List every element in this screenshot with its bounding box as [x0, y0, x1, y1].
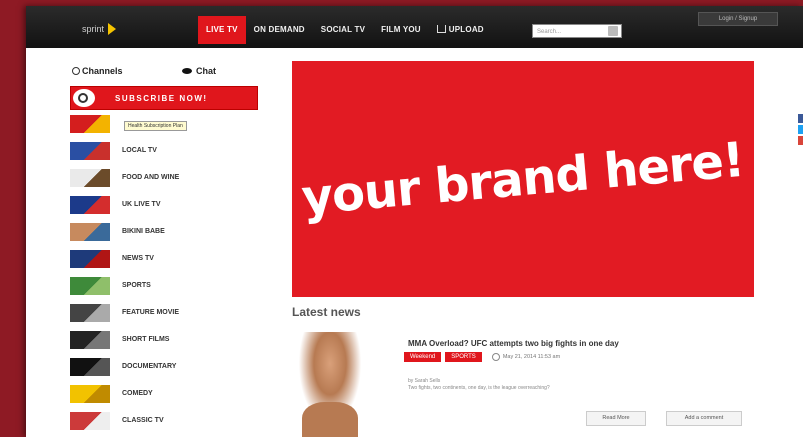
tab-chat-label: Chat: [196, 66, 216, 76]
channel-item[interactable]: LOCAL TV: [70, 137, 258, 164]
channel-item[interactable]: UK LIVE TV: [70, 191, 258, 218]
login-button[interactable]: Login / Signup: [698, 12, 778, 26]
channel-label: FOOD AND WINE: [122, 174, 180, 181]
channel-label: NEWS TV: [122, 255, 154, 262]
news-date: May 21, 2014 11:53 am: [491, 353, 561, 361]
sprint-logo[interactable]: sprint: [82, 22, 117, 36]
news-excerpt: Two fights, two continents, one day, is …: [408, 385, 550, 391]
channel-label: UK LIVE TV: [122, 201, 161, 208]
channel-thumbnail: [70, 384, 110, 403]
channel-sidebar: Channels Chat SUBSCRIBE NOW! Health Subs…: [70, 62, 258, 434]
news-tags: Weekend SPORTS May 21, 2014 11:53 am: [404, 352, 560, 362]
subscribe-logo-icon: [73, 89, 95, 107]
nav-upload-label: UPLOAD: [448, 25, 484, 34]
banner-text: your brand here!: [299, 131, 747, 227]
tab-chat[interactable]: Chat: [148, 66, 216, 76]
news-photo[interactable]: [292, 332, 368, 437]
channel-item[interactable]: SHORT FILMS: [70, 326, 258, 353]
nav-film-you[interactable]: FILM YOU: [373, 16, 429, 44]
channel-label: SHORT FILMS: [122, 336, 170, 343]
channel-thumbnail: [70, 357, 110, 376]
read-more-button[interactable]: Read More: [586, 411, 646, 426]
chat-bubble-icon: [182, 68, 192, 74]
channel-item[interactable]: DOCUMENTARY: [70, 353, 258, 380]
tab-channels[interactable]: Channels: [70, 66, 148, 76]
channel-item[interactable]: NEWS TV: [70, 245, 258, 272]
channel-item[interactable]: FEATURE MOVIE: [70, 299, 258, 326]
tab-channels-label: Channels: [82, 66, 123, 76]
channel-thumbnail: [70, 330, 110, 349]
channel-item[interactable]: FOOD AND WINE: [70, 164, 258, 191]
channel-item[interactable]: CLASSIC TV: [70, 407, 258, 434]
news-date-text: May 21, 2014 11:53 am: [502, 354, 561, 360]
channel-label: COMEDY: [122, 390, 153, 397]
channel-thumbnail: [70, 114, 110, 133]
channel-label: DOCUMENTARY: [122, 363, 177, 370]
news-title[interactable]: MMA Overload? UFC attempts two big fight…: [408, 339, 619, 348]
top-nav-bar: sprint LIVE TV ON DEMAND SOCIAL TV FILM …: [26, 6, 803, 48]
subscribe-label: SUBSCRIBE NOW!: [115, 93, 208, 103]
channel-label: SPORTS: [122, 282, 151, 289]
subscribe-now-banner[interactable]: SUBSCRIBE NOW!: [70, 86, 258, 110]
news-author: by Sarah Sells: [408, 378, 441, 384]
logo-text: sprint: [82, 24, 105, 34]
channel-item[interactable]: COMEDY: [70, 380, 258, 407]
twitter-icon[interactable]: [798, 125, 803, 134]
nav-social-tv[interactable]: SOCIAL TV: [313, 16, 373, 44]
nav-on-demand[interactable]: ON DEMAND: [246, 16, 313, 44]
clock-icon: [491, 353, 500, 361]
sidebar-tabs: Channels Chat: [70, 62, 258, 80]
channel-item[interactable]: Health Subscription Plan: [70, 110, 258, 137]
channel-thumbnail: [70, 249, 110, 268]
channel-label: LOCAL TV: [122, 147, 157, 154]
nav-live-tv[interactable]: LIVE TV: [198, 16, 246, 44]
channel-item[interactable]: BIKINI BABE: [70, 218, 258, 245]
channel-thumbnail: [70, 141, 110, 160]
channel-list: Health Subscription Plan LOCAL TV FOOD AND…: [70, 110, 258, 434]
channel-label: FEATURE MOVIE: [122, 309, 180, 316]
channel-tooltip: Health Subscription Plan: [124, 121, 187, 131]
channel-label: CLASSIC TV: [122, 417, 164, 424]
channel-item[interactable]: SPORTS: [70, 272, 258, 299]
main-nav: LIVE TV ON DEMAND SOCIAL TV FILM YOU UPL…: [198, 16, 492, 44]
upload-icon: [436, 25, 446, 33]
channel-thumbnail: [70, 276, 110, 295]
add-comment-button[interactable]: Add a comment: [666, 411, 742, 426]
latest-news-heading: Latest news: [292, 305, 361, 319]
channel-thumbnail: [70, 222, 110, 241]
news-tag[interactable]: SPORTS: [445, 352, 482, 362]
channel-thumbnail: [70, 411, 110, 430]
brand-banner[interactable]: your brand here!: [292, 61, 754, 297]
google-plus-icon[interactable]: [798, 136, 803, 145]
channel-label: BIKINI BABE: [122, 228, 165, 235]
news-tag[interactable]: Weekend: [404, 352, 442, 362]
news-meta: by Sarah Sells Two fights, two continent…: [408, 378, 550, 392]
channel-thumbnail: [70, 195, 110, 214]
nav-upload[interactable]: UPLOAD: [429, 16, 492, 44]
channels-icon: [72, 67, 80, 75]
search-icon[interactable]: [608, 26, 618, 36]
channel-thumbnail: [70, 168, 110, 187]
browser-frame: sprint LIVE TV ON DEMAND SOCIAL TV FILM …: [26, 6, 803, 437]
channel-thumbnail: [70, 303, 110, 322]
logo-chevron-icon: [108, 23, 117, 35]
facebook-icon[interactable]: [798, 114, 803, 123]
